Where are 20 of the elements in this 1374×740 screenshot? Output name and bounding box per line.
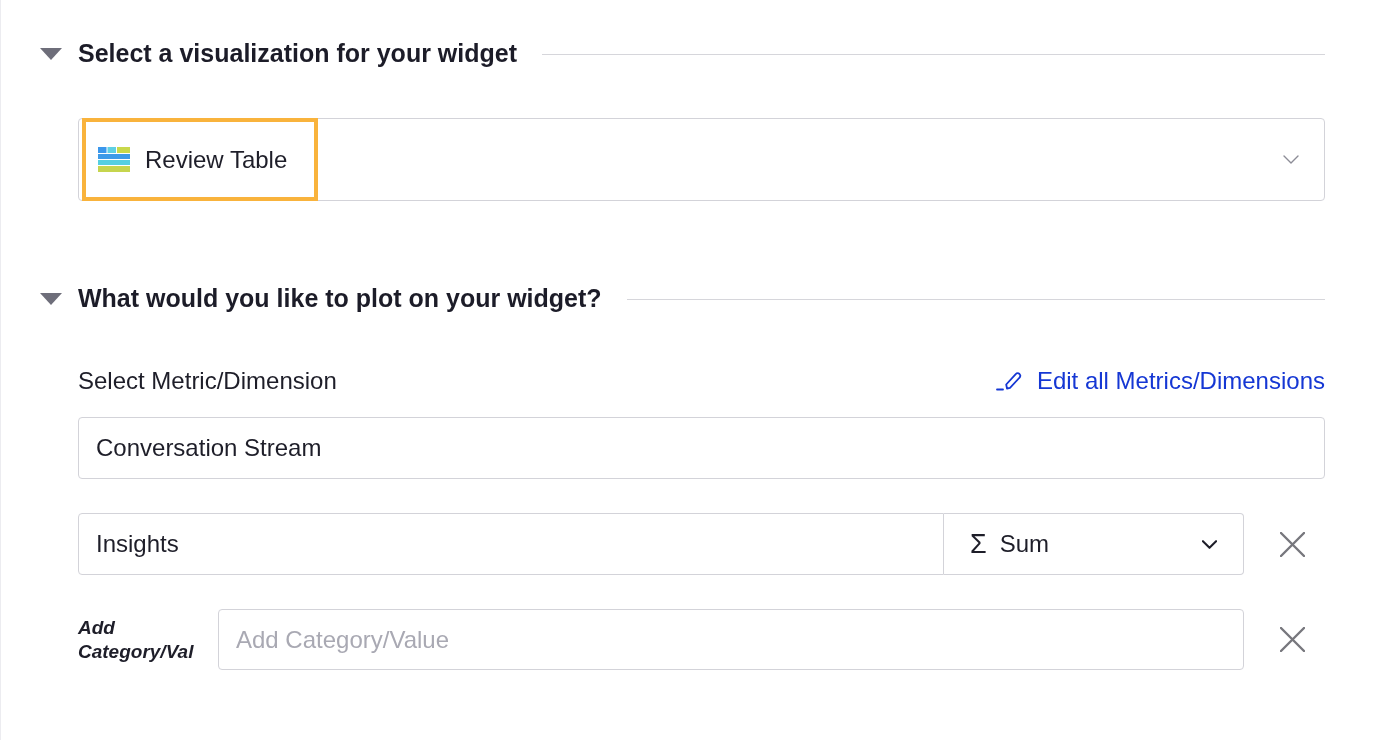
field-label: Select Metric/Dimension [78, 366, 337, 396]
edit-link[interactable]: Edit all Metrics/Dimensions [995, 363, 1325, 399]
aggregation-select[interactable]: Σ Sum [944, 513, 1244, 575]
section-title: What would you like to plot on your widget? [78, 283, 602, 315]
remove-button[interactable] [1280, 627, 1305, 652]
pencil-icon [995, 371, 1022, 391]
caret-down-icon[interactable] [40, 293, 62, 305]
caret-down-icon[interactable] [40, 48, 62, 60]
measure-field[interactable]: Insights [78, 513, 944, 575]
metric-field[interactable]: Conversation Stream [78, 417, 1325, 479]
close-icon [1280, 627, 1305, 652]
chevron-down-icon [1283, 155, 1299, 164]
chevron-down-icon [1202, 539, 1217, 549]
visualization-select[interactable]: Review Table [78, 118, 1325, 201]
category-field[interactable]: Add Category/Value [218, 609, 1244, 670]
section-title: Select a visualization for your widget [78, 38, 517, 70]
close-icon [1280, 531, 1305, 557]
field-label: Add Category/Val [78, 615, 195, 664]
remove-button[interactable] [1280, 531, 1305, 557]
table-icon [98, 147, 130, 172]
